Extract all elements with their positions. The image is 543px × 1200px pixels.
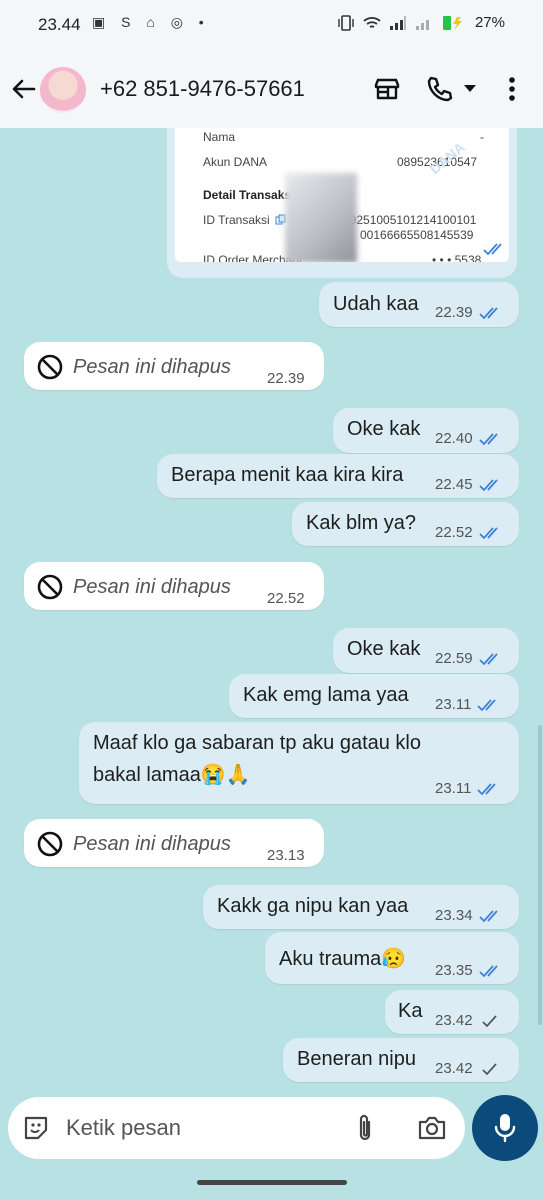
message-text: Maaf klo ga sabaran tp aku gatau klo xyxy=(93,732,421,754)
message-text: Pesan ini dihapus xyxy=(73,356,231,378)
message-text: Pesan ini dihapus xyxy=(73,833,231,855)
receipt-id-label: ID Transaksi xyxy=(203,213,270,227)
battery-percent: 27% xyxy=(474,14,505,31)
outgoing-message[interactable]: Kak blm ya? 22.52 xyxy=(292,502,519,546)
read-receipt-icon xyxy=(478,306,498,319)
receipt-id-value-line2: 00166665508145539 xyxy=(360,228,474,242)
microphone-icon xyxy=(494,1114,516,1143)
receipt-blurred-area xyxy=(285,173,357,262)
read-receipt-icon xyxy=(478,964,498,977)
signal-2-icon xyxy=(415,19,429,30)
message-time: 22.39 xyxy=(435,304,473,321)
sent-receipt-icon xyxy=(481,1062,497,1075)
message-text: Pesan ini dihapus xyxy=(73,576,231,598)
receipt-nama-value: - xyxy=(480,130,484,144)
outgoing-message[interactable]: Udah kaa 22.39 xyxy=(319,282,519,327)
read-receipt-icon xyxy=(478,478,498,491)
system-nav-bar xyxy=(0,1165,543,1200)
message-time: 23.11 xyxy=(435,780,472,797)
receipt-akun-label: Akun DANA xyxy=(203,155,268,169)
sticker-icon[interactable] xyxy=(22,1114,50,1142)
battery-icon xyxy=(442,15,462,30)
read-receipt-icon xyxy=(477,782,497,795)
message-text: Udah kaa xyxy=(333,293,419,315)
wifi-icon xyxy=(363,16,381,28)
outgoing-message[interactable]: Berapa menit kaa kira kira 22.45 xyxy=(157,454,519,498)
message-composer[interactable]: Ketik pesan xyxy=(8,1097,465,1159)
outgoing-message[interactable]: Kakk ga nipu kan yaa 23.34 xyxy=(203,885,519,929)
read-receipt-icon xyxy=(478,909,498,922)
phone-icon[interactable] xyxy=(425,74,455,104)
read-receipt-icon xyxy=(478,526,498,539)
receipt-detail-title: Detail Transaksi xyxy=(203,188,295,202)
read-receipt-icon xyxy=(483,243,502,256)
message-time: 22.45 xyxy=(435,476,473,493)
message-text: Oke kak xyxy=(347,418,421,440)
vibrate-icon xyxy=(338,14,354,31)
outgoing-message[interactable]: Ka 23.42 xyxy=(385,990,519,1034)
read-receipt-icon xyxy=(478,652,498,665)
back-arrow-icon[interactable] xyxy=(10,75,38,103)
deleted-icon xyxy=(37,354,63,380)
status-bar: 23.44 ▣ S ⌂ ◎ • 27% xyxy=(0,0,543,50)
message-time: 23.13 xyxy=(267,847,305,864)
notification-icons: ▣ S ⌂ ◎ • xyxy=(92,14,210,30)
message-time: 23.42 xyxy=(435,1012,473,1029)
message-time: 22.59 xyxy=(435,650,473,667)
message-time: 22.40 xyxy=(435,430,473,447)
message-time: 23.35 xyxy=(435,962,473,979)
deleted-message[interactable]: Pesan ini dihapus 23.13 xyxy=(24,819,324,867)
message-text: Kakk ga nipu kan yaa xyxy=(217,895,409,917)
camera-icon[interactable] xyxy=(417,1114,447,1142)
outgoing-message[interactable]: Kak emg lama yaa 23.11 xyxy=(229,674,519,718)
read-receipt-icon xyxy=(478,432,498,445)
message-time: 22.39 xyxy=(267,370,305,387)
deleted-icon xyxy=(37,831,63,857)
home-gesture-pill[interactable] xyxy=(197,1180,347,1185)
message-text: Berapa menit kaa kira kira xyxy=(171,464,404,486)
message-text: Oke kak xyxy=(347,638,421,660)
attach-icon[interactable] xyxy=(354,1113,376,1143)
contact-avatar[interactable] xyxy=(40,67,86,113)
deleted-message[interactable]: Pesan ini dihapus 22.52 xyxy=(24,562,324,610)
voice-record-button[interactable] xyxy=(472,1095,538,1161)
image-message[interactable]: Nama - Akun DANA 089523610547 Detail Tra… xyxy=(167,128,517,278)
message-text: Kak emg lama yaa xyxy=(243,684,409,706)
read-receipt-icon xyxy=(477,698,497,711)
more-options-icon[interactable] xyxy=(500,74,524,104)
call-dropdown-icon[interactable] xyxy=(462,80,478,96)
message-text: Aku trauma😥 xyxy=(279,948,407,970)
outgoing-message[interactable]: Maaf klo ga sabaran tp aku gatau klo bak… xyxy=(79,722,519,804)
chat-scrollbar[interactable] xyxy=(538,725,542,1025)
message-text: Ka xyxy=(398,1000,423,1022)
message-time: 23.11 xyxy=(435,696,472,713)
store-icon[interactable] xyxy=(372,74,402,104)
message-time: 22.52 xyxy=(267,590,305,607)
message-text: Beneran nipu xyxy=(297,1048,416,1070)
contact-name[interactable]: +62 851-9476-57661 xyxy=(100,76,305,102)
message-text-line2: bakal lamaa😭🙏 xyxy=(93,764,251,786)
receipt-nama-label: Nama xyxy=(203,130,236,144)
signal-icon xyxy=(389,15,406,30)
chat-header: +62 851-9476-57661 xyxy=(0,50,543,128)
receipt-order-value: • • • 5538 xyxy=(432,253,482,262)
receipt-image[interactable]: Nama - Akun DANA 089523610547 Detail Tra… xyxy=(175,128,509,262)
outgoing-message[interactable]: Oke kak 22.59 xyxy=(333,628,519,673)
receipt-id-value-line1: 20251005101214100101 xyxy=(343,213,477,227)
message-time: 23.42 xyxy=(435,1060,473,1077)
deleted-icon xyxy=(37,574,63,600)
outgoing-message[interactable]: Beneran nipu 23.42 xyxy=(283,1038,519,1082)
message-time: 22.52 xyxy=(435,524,473,541)
deleted-message[interactable]: Pesan ini dihapus 22.39 xyxy=(24,342,324,390)
outgoing-message[interactable]: Oke kak 22.40 xyxy=(333,408,519,453)
outgoing-message[interactable]: Aku trauma😥 23.35 xyxy=(265,932,519,984)
message-time: 23.34 xyxy=(435,907,473,924)
sent-receipt-icon xyxy=(481,1014,497,1027)
chat-area[interactable]: Nama - Akun DANA 089523610547 Detail Tra… xyxy=(0,128,543,1093)
message-input[interactable]: Ketik pesan xyxy=(66,1115,181,1141)
status-time: 23.44 xyxy=(38,15,81,34)
message-text: Kak blm ya? xyxy=(306,512,417,534)
